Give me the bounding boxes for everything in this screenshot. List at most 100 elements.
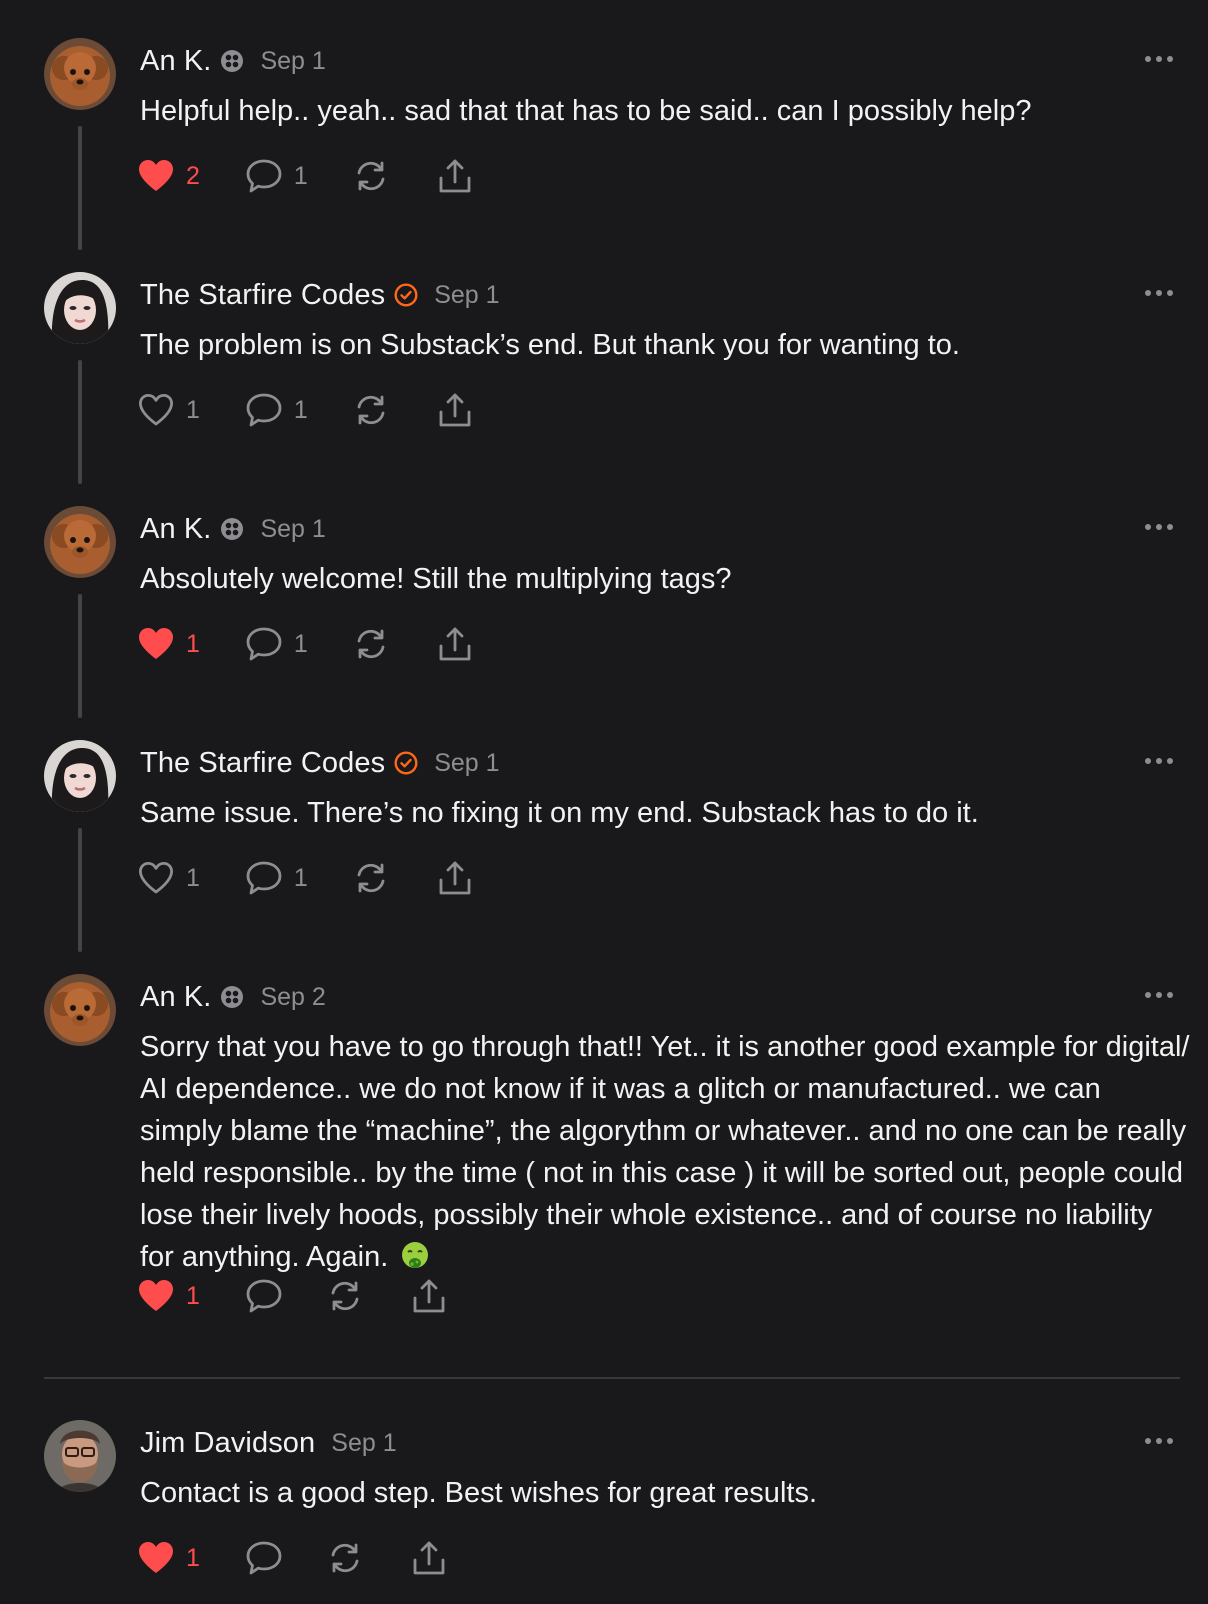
like-button[interactable]: 1 <box>138 624 200 664</box>
share-button[interactable] <box>438 390 472 430</box>
like-count: 1 <box>186 1543 200 1572</box>
restack-icon <box>357 161 385 191</box>
avatar[interactable] <box>44 272 116 344</box>
comment-date[interactable]: Sep 1 <box>331 1429 396 1458</box>
reply-button[interactable]: 1 <box>246 156 308 196</box>
heart-filled-icon <box>139 1542 173 1573</box>
like-count: 1 <box>186 1281 200 1310</box>
pin-badge-icon <box>220 985 244 1009</box>
heart-outline-icon <box>139 394 173 426</box>
speech-bubble-icon <box>246 393 282 427</box>
thread-line <box>78 828 82 952</box>
restack-button[interactable] <box>354 858 388 898</box>
author-name[interactable]: An K. <box>140 45 211 78</box>
reply-count: 1 <box>293 395 308 424</box>
pin-badge-icon <box>220 49 244 73</box>
speech-bubble-icon <box>246 627 282 661</box>
share-icon <box>413 1541 445 1575</box>
restack-button[interactable] <box>328 1276 362 1316</box>
reply-button[interactable] <box>246 1276 282 1316</box>
comment-actions: 2 1 <box>138 156 472 196</box>
more-options-button[interactable] <box>1145 990 1173 1000</box>
share-button[interactable] <box>438 624 472 664</box>
restack-icon <box>357 863 385 893</box>
avatar[interactable] <box>44 506 116 578</box>
more-options-button[interactable] <box>1145 522 1173 532</box>
pin-badge-icon <box>220 517 244 541</box>
more-options-button[interactable] <box>1145 756 1173 766</box>
comment-text: Contact is a good step. Best wishes for … <box>140 1477 817 1509</box>
comment-header: An K. Sep 2 <box>140 980 326 1014</box>
reply-count: 1 <box>293 161 308 190</box>
share-icon <box>439 393 471 427</box>
restack-button[interactable] <box>354 624 388 664</box>
speech-bubble-icon <box>246 159 282 193</box>
like-button[interactable]: 1 <box>138 1538 200 1578</box>
speech-bubble-icon <box>246 861 282 895</box>
comment-header: The Starfire Codes Sep 1 <box>140 278 500 312</box>
verified-check-icon <box>394 283 418 307</box>
speech-bubble-icon <box>246 1279 282 1313</box>
comment-date[interactable]: Sep 1 <box>260 47 325 76</box>
comment-text: Absolutely welcome! Still the multiplyin… <box>140 563 732 595</box>
heart-filled-icon <box>139 160 173 191</box>
comment-actions: 1 1 <box>138 390 472 430</box>
author-name[interactable]: The Starfire Codes <box>140 747 385 780</box>
restack-icon <box>331 1543 359 1573</box>
like-button[interactable]: 2 <box>138 156 200 196</box>
comment-date[interactable]: Sep 1 <box>260 515 325 544</box>
avatar[interactable] <box>44 1420 116 1492</box>
share-icon <box>413 1279 445 1313</box>
avatar[interactable] <box>44 974 116 1046</box>
share-button[interactable] <box>412 1538 446 1578</box>
heart-outline-icon <box>139 862 173 894</box>
reply-button[interactable]: 1 <box>246 858 308 898</box>
author-name[interactable]: An K. <box>140 981 211 1014</box>
comment-text: Helpful help.. yeah.. sad that that has … <box>140 95 1032 127</box>
more-options-button[interactable] <box>1145 288 1173 298</box>
comment-text: Same issue. There’s no fixing it on my e… <box>140 797 979 829</box>
restack-icon <box>331 1281 359 1311</box>
avatar[interactable] <box>44 38 116 110</box>
author-name[interactable]: An K. <box>140 513 211 546</box>
comment-actions: 1 <box>138 1276 446 1316</box>
comment-date[interactable]: Sep 1 <box>434 281 499 310</box>
share-button[interactable] <box>412 1276 446 1316</box>
comment-date[interactable]: Sep 2 <box>260 983 325 1012</box>
more-options-button[interactable] <box>1145 54 1173 64</box>
reply-button[interactable]: 1 <box>246 390 308 430</box>
comment-text: The problem is on Substack’s end. But th… <box>140 329 960 361</box>
author-name[interactable]: Jim Davidson <box>140 1427 315 1460</box>
comment-actions: 1 1 <box>138 858 472 898</box>
comment-actions: 1 1 <box>138 624 472 664</box>
like-count: 1 <box>186 395 200 424</box>
restack-button[interactable] <box>354 156 388 196</box>
reply-button[interactable] <box>246 1538 282 1578</box>
like-button[interactable]: 1 <box>138 858 200 898</box>
more-options-button[interactable] <box>1145 1436 1173 1446</box>
nauseated-face-emoji-icon <box>400 1241 430 1271</box>
heart-filled-icon <box>139 1280 173 1311</box>
comment-text-block: Sorry that you have to go through that!!… <box>140 1026 1190 1278</box>
reply-button[interactable]: 1 <box>246 624 308 664</box>
comment-date[interactable]: Sep 1 <box>434 749 499 778</box>
reply-count: 1 <box>293 629 308 658</box>
like-button[interactable]: 1 <box>138 390 200 430</box>
share-button[interactable] <box>438 156 472 196</box>
reply-count: 1 <box>293 863 308 892</box>
share-icon <box>439 627 471 661</box>
avatar[interactable] <box>44 740 116 812</box>
speech-bubble-icon <box>246 1541 282 1575</box>
like-count: 1 <box>186 629 200 658</box>
thread-divider <box>44 1377 1180 1379</box>
share-button[interactable] <box>438 858 472 898</box>
restack-button[interactable] <box>328 1538 362 1578</box>
comment-header: Jim Davidson Sep 1 <box>140 1426 397 1460</box>
comment-header: An K. Sep 1 <box>140 512 326 546</box>
author-name[interactable]: The Starfire Codes <box>140 279 385 312</box>
like-button[interactable]: 1 <box>138 1276 200 1316</box>
verified-check-icon <box>394 751 418 775</box>
thread-line <box>78 126 82 250</box>
restack-button[interactable] <box>354 390 388 430</box>
restack-icon <box>357 395 385 425</box>
